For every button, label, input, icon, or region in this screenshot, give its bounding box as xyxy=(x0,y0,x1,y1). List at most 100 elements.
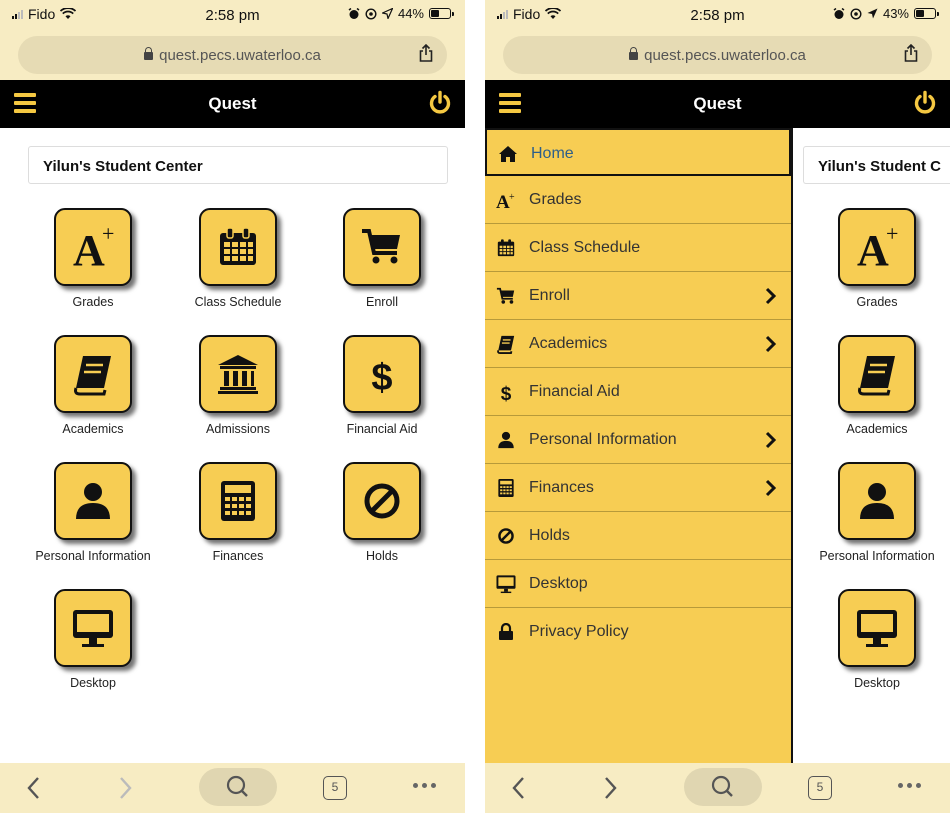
tile-financial-aid[interactable]: $ Financial Aid xyxy=(312,335,452,455)
search-icon xyxy=(711,775,733,797)
app-title: Quest xyxy=(693,94,742,113)
student-center-heading: Yilun's Student C xyxy=(803,146,950,184)
back-icon[interactable] xyxy=(22,773,46,803)
phone-screen-right: Fido 2:58 pm 43% quest.pecs.uwaterloo.ca… xyxy=(485,0,950,813)
svg-text:A: A xyxy=(73,226,105,275)
calendar-icon xyxy=(495,237,517,259)
cart-icon xyxy=(343,208,421,286)
url-text: quest.pecs.uwaterloo.ca xyxy=(159,47,321,64)
more-icon[interactable] xyxy=(413,783,436,788)
orientation-lock-icon xyxy=(365,7,377,20)
dollar-icon: $ xyxy=(343,335,421,413)
calculator-icon xyxy=(199,462,277,540)
cart-icon xyxy=(495,285,517,307)
padlock-icon xyxy=(144,47,154,60)
forward-icon[interactable] xyxy=(113,773,137,803)
svg-text:A: A xyxy=(857,226,889,275)
share-icon[interactable] xyxy=(419,44,433,62)
battery-percent: 43% xyxy=(882,6,909,21)
battery-icon xyxy=(914,8,939,19)
desktop-icon xyxy=(838,589,916,667)
tile-enroll[interactable]: Enroll xyxy=(312,208,452,328)
alarm-icon xyxy=(348,7,360,19)
battery-percent: 44% xyxy=(397,6,424,21)
home-icon xyxy=(497,143,519,165)
ban-icon xyxy=(495,525,517,547)
padlock-icon xyxy=(629,47,639,60)
svg-text:$: $ xyxy=(501,384,512,402)
person-icon xyxy=(838,462,916,540)
alarm-icon xyxy=(833,7,845,19)
tile-holds[interactable]: Holds xyxy=(312,462,452,582)
more-icon[interactable] xyxy=(898,783,921,788)
tile-admissions[interactable]: Admissions xyxy=(168,335,308,455)
status-bar: Fido 2:58 pm 43% xyxy=(485,0,950,30)
desktop-icon xyxy=(54,589,132,667)
browser-toolbar: 5 xyxy=(0,763,465,813)
tile-finances[interactable]: Finances xyxy=(168,462,308,582)
svg-text:+: + xyxy=(102,221,114,246)
menu-item-academics[interactable]: Academics xyxy=(485,320,791,368)
orientation-lock-icon xyxy=(850,7,862,20)
grades-icon: A + xyxy=(54,208,132,286)
menu-item-holds[interactable]: Holds xyxy=(485,512,791,560)
location-icon xyxy=(867,8,878,19)
svg-text:+: + xyxy=(509,192,515,203)
ban-icon xyxy=(343,462,421,540)
battery-icon xyxy=(429,8,454,19)
address-bar[interactable]: quest.pecs.uwaterloo.ca xyxy=(503,36,932,74)
menu-item-finances[interactable]: Finances xyxy=(485,464,791,512)
app-header: Quest xyxy=(0,80,465,128)
menu-item-financial-aid[interactable]: $ Financial Aid xyxy=(485,368,791,416)
url-text: quest.pecs.uwaterloo.ca xyxy=(644,47,806,64)
menu-item-desktop[interactable]: Desktop xyxy=(485,560,791,608)
tile-grades[interactable]: A + Grades xyxy=(807,208,947,328)
chevron-right-icon xyxy=(765,431,777,449)
grades-icon: A + xyxy=(838,208,916,286)
chevron-right-icon xyxy=(765,287,777,305)
tile-personal-information[interactable]: Personal Information xyxy=(23,462,163,582)
institution-icon xyxy=(199,335,277,413)
student-center-heading: Yilun's Student Center xyxy=(28,146,448,184)
desktop-icon xyxy=(495,573,517,595)
search-button[interactable] xyxy=(199,768,277,806)
menu-item-privacy-policy[interactable]: Privacy Policy xyxy=(485,608,791,656)
person-icon xyxy=(54,462,132,540)
menu-item-personal-information[interactable]: Personal Information xyxy=(485,416,791,464)
back-icon[interactable] xyxy=(507,773,531,803)
tile-academics[interactable]: Academics xyxy=(807,335,947,455)
tile-desktop[interactable]: Desktop xyxy=(23,589,163,709)
menu-item-home[interactable]: Home xyxy=(485,128,791,176)
tile-class-schedule[interactable]: Class Schedule xyxy=(168,208,308,328)
address-bar[interactable]: quest.pecs.uwaterloo.ca xyxy=(18,36,447,74)
menu-item-class-schedule[interactable]: Class Schedule xyxy=(485,224,791,272)
power-icon[interactable] xyxy=(912,90,938,116)
calendar-icon xyxy=(199,208,277,286)
calculator-icon xyxy=(495,477,517,499)
status-bar: Fido 2:58 pm 44% xyxy=(0,0,465,30)
menu-item-enroll[interactable]: Enroll xyxy=(485,272,791,320)
book-icon xyxy=(838,335,916,413)
search-button[interactable] xyxy=(684,768,762,806)
svg-text:+: + xyxy=(886,221,898,246)
chevron-right-icon xyxy=(765,479,777,497)
forward-icon[interactable] xyxy=(598,773,622,803)
location-icon xyxy=(381,8,393,19)
power-icon[interactable] xyxy=(427,90,453,116)
svg-text:$: $ xyxy=(371,357,392,396)
dollar-icon: $ xyxy=(495,381,517,403)
app-title: Quest xyxy=(208,94,257,113)
tile-grades[interactable]: A + Grades xyxy=(23,208,163,328)
app-header: Quest xyxy=(485,80,950,128)
book-icon xyxy=(54,335,132,413)
tile-desktop[interactable]: Desktop xyxy=(807,589,947,709)
lock-icon xyxy=(495,621,517,643)
browser-toolbar: 5 xyxy=(485,763,950,813)
share-icon[interactable] xyxy=(904,44,918,62)
tile-academics[interactable]: Academics xyxy=(23,335,163,455)
tabs-button[interactable]: 5 xyxy=(808,776,832,800)
tile-personal-information[interactable]: Personal Information xyxy=(807,462,947,582)
tabs-button[interactable]: 5 xyxy=(323,776,347,800)
menu-item-grades[interactable]: A + Grades xyxy=(485,176,791,224)
svg-text:A: A xyxy=(496,192,510,210)
